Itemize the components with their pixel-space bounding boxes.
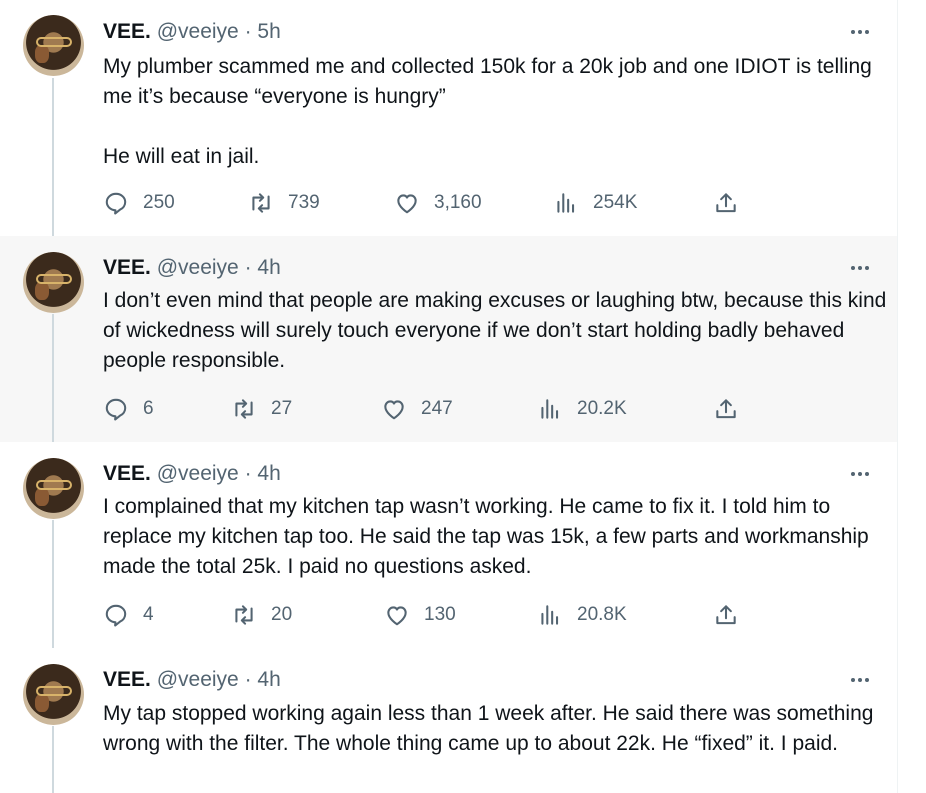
thread-line: [52, 314, 54, 442]
timestamp[interactable]: 5h: [257, 20, 280, 43]
reply-count: 6: [143, 398, 154, 419]
like-icon: [397, 194, 417, 214]
repost-button[interactable]: 20: [231, 600, 292, 630]
repost-count: 20: [271, 604, 293, 625]
tweet-header: VEE. @veeiye · 5h: [103, 19, 281, 45]
repost-icon: [235, 399, 253, 419]
tweet-2[interactable]: VEE. @veeiye · 4h I don’t even mind that…: [0, 236, 897, 442]
repost-button[interactable]: 27: [231, 394, 292, 424]
repost-button[interactable]: 739: [248, 188, 320, 218]
like-button[interactable]: 3,160: [394, 188, 482, 218]
more-icon[interactable]: [846, 671, 874, 689]
tweet-header: VEE. @veeiye · 4h: [103, 255, 281, 281]
action-bar: 6 27 247 20.2K: [103, 394, 753, 424]
like-icon: [384, 400, 404, 420]
display-name[interactable]: VEE.: [103, 256, 151, 279]
reply-button[interactable]: 6: [103, 394, 154, 424]
handle[interactable]: @veeiye: [157, 668, 239, 691]
action-bar: 250 739 3,160 254K: [103, 188, 753, 218]
views-button[interactable]: 254K: [553, 188, 637, 218]
more-icon[interactable]: [846, 259, 874, 277]
share-button[interactable]: [713, 188, 739, 218]
reply-icon: [105, 604, 127, 627]
more-icon[interactable]: [846, 23, 874, 41]
separator: ·: [238, 20, 258, 43]
thread-line: [52, 520, 54, 648]
tweet-header: VEE. @veeiye · 4h: [103, 461, 281, 487]
display-name[interactable]: VEE.: [103, 462, 151, 485]
thread-line: [52, 726, 54, 793]
reply-button[interactable]: 4: [103, 600, 154, 630]
avatar[interactable]: [23, 15, 84, 76]
reply-count: 250: [143, 192, 175, 213]
like-count: 3,160: [434, 192, 482, 213]
page-edge: [898, 0, 926, 793]
repost-icon: [252, 193, 270, 213]
like-icon: [387, 606, 407, 626]
display-name[interactable]: VEE.: [103, 20, 151, 43]
tweet-header: VEE. @veeiye · 4h: [103, 667, 281, 693]
separator: ·: [238, 668, 258, 691]
views-icon: [557, 193, 575, 213]
tweet-1[interactable]: VEE. @veeiye · 5h My plumber scammed me …: [0, 0, 897, 236]
views-count: 20.8K: [577, 604, 627, 625]
tweet-text: My tap stopped working again less than 1…: [103, 702, 874, 755]
avatar[interactable]: [23, 458, 84, 519]
share-button[interactable]: [713, 394, 739, 424]
thread-line: [52, 78, 54, 236]
views-count: 20.2K: [577, 398, 627, 419]
more-icon[interactable]: [846, 465, 874, 483]
tweet-text: My plumber scammed me and collected 150k…: [103, 55, 872, 168]
avatar[interactable]: [23, 664, 84, 725]
share-icon: [716, 399, 736, 419]
repost-count: 27: [271, 398, 293, 419]
like-button[interactable]: 130: [384, 600, 456, 630]
views-icon: [541, 605, 559, 625]
reply-count: 4: [143, 604, 154, 625]
repost-count: 739: [288, 192, 320, 213]
display-name[interactable]: VEE.: [103, 668, 151, 691]
handle[interactable]: @veeiye: [157, 256, 239, 279]
share-icon: [716, 605, 736, 625]
reply-button[interactable]: 250: [103, 188, 175, 218]
views-button[interactable]: 20.2K: [537, 394, 627, 424]
share-icon: [716, 193, 736, 213]
repost-icon: [235, 605, 253, 625]
handle[interactable]: @veeiye: [157, 20, 239, 43]
like-button[interactable]: 247: [381, 394, 453, 424]
like-count: 247: [421, 398, 453, 419]
reply-icon: [105, 192, 127, 215]
views-button[interactable]: 20.8K: [537, 600, 627, 630]
tweet-3[interactable]: VEE. @veeiye · 4h I complained that my k…: [0, 442, 897, 648]
tweet-4[interactable]: VEE. @veeiye · 4h My tap stopped working…: [0, 648, 897, 793]
tweet-text: I don’t even mind that people are making…: [103, 289, 887, 372]
separator: ·: [238, 462, 258, 485]
like-count: 130: [424, 604, 456, 625]
handle[interactable]: @veeiye: [157, 462, 239, 485]
reply-icon: [105, 398, 127, 421]
share-button[interactable]: [713, 600, 739, 630]
timestamp[interactable]: 4h: [257, 462, 280, 485]
avatar[interactable]: [23, 252, 84, 313]
views-count: 254K: [593, 192, 638, 213]
action-bar: 4 20 130 20.8K: [103, 600, 753, 630]
tweet-text: I complained that my kitchen tap wasn’t …: [103, 495, 869, 578]
timestamp[interactable]: 4h: [257, 256, 280, 279]
timestamp[interactable]: 4h: [257, 668, 280, 691]
views-icon: [541, 399, 559, 419]
separator: ·: [238, 256, 258, 279]
